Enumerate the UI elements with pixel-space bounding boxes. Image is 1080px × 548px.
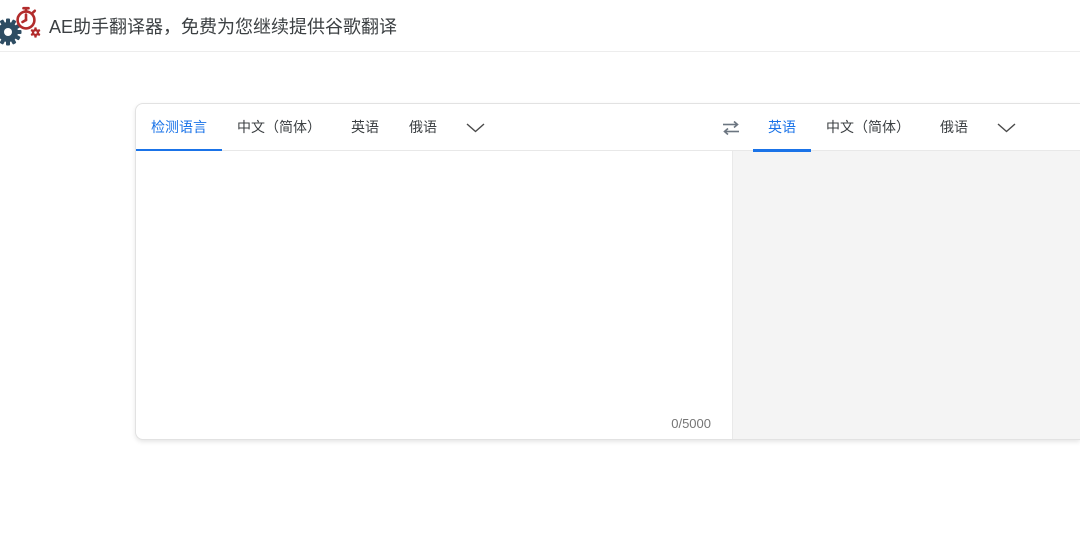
app-header: AE助手翻译器，免费为您继续提供谷歌翻译 bbox=[0, 0, 1080, 52]
language-tabbar: 检测语言 中文（简体） 英语 俄语 英语 中文（简体） bbox=[136, 104, 1080, 151]
gear-stopwatch-logo-icon bbox=[0, 5, 43, 49]
tab-source-detect-language[interactable]: 检测语言 bbox=[136, 104, 222, 151]
source-language-dropdown[interactable] bbox=[452, 104, 499, 151]
chevron-down-icon bbox=[466, 123, 485, 133]
target-language-dropdown[interactable] bbox=[983, 104, 1030, 151]
tab-source-english[interactable]: 英语 bbox=[336, 104, 394, 151]
translation-panes: 0/5000 bbox=[136, 151, 1080, 439]
source-text-input[interactable] bbox=[136, 151, 732, 439]
translator-card: 检测语言 中文（简体） 英语 俄语 英语 中文（简体） bbox=[135, 103, 1080, 440]
source-pane: 0/5000 bbox=[136, 151, 732, 439]
app-title: AE助手翻译器，免费为您继续提供谷歌翻译 bbox=[49, 13, 397, 39]
translation-output bbox=[732, 151, 1080, 439]
swap-languages-button[interactable] bbox=[712, 104, 750, 151]
tab-target-russian[interactable]: 俄语 bbox=[925, 104, 983, 151]
tab-target-chinese-simplified[interactable]: 中文（简体） bbox=[811, 104, 925, 151]
char-counter: 0/5000 bbox=[671, 416, 711, 431]
target-language-tabs: 英语 中文（简体） 俄语 bbox=[753, 104, 1030, 151]
tab-source-chinese-simplified[interactable]: 中文（简体） bbox=[222, 104, 336, 151]
tab-source-russian[interactable]: 俄语 bbox=[394, 104, 452, 151]
swap-horizontal-icon bbox=[722, 120, 740, 136]
source-language-tabs: 检测语言 中文（简体） 英语 俄语 bbox=[136, 104, 499, 151]
tab-target-english[interactable]: 英语 bbox=[753, 104, 811, 151]
chevron-down-icon bbox=[997, 123, 1016, 133]
